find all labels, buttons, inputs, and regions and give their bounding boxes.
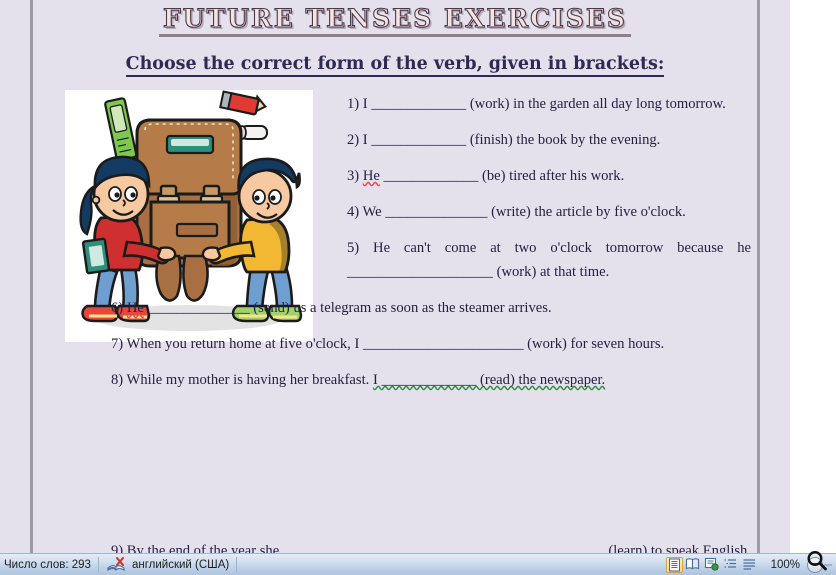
grammar-error-clause[interactable]: I _____________ (read) the newspaper. bbox=[373, 372, 605, 388]
word-document-window: FUTURE TENSES EXERCISES Choose the corre… bbox=[0, 0, 836, 575]
document-canvas[interactable]: FUTURE TENSES EXERCISES Choose the corre… bbox=[0, 0, 790, 553]
page-body[interactable]: FUTURE TENSES EXERCISES Choose the corre… bbox=[33, 0, 757, 553]
question-3-rest: _____________ (be) tired after his work. bbox=[379, 168, 625, 184]
question-4: 4) We ______________ (write) the article… bbox=[347, 204, 686, 220]
question-9-left: 9) By the end of the year she bbox=[111, 543, 280, 553]
question-7: 7) When you return home at five o'clock,… bbox=[111, 336, 665, 352]
question-5: 5) He can't come at two o'clock tomorrow… bbox=[347, 240, 751, 280]
status-separator-1 bbox=[97, 557, 99, 572]
language-label[interactable]: английский (США) bbox=[126, 559, 229, 571]
question-3: 3) He _____________ (be) tired after his… bbox=[347, 164, 751, 188]
question-8-prefix: 8) While my mother is having her breakfa… bbox=[111, 372, 373, 388]
question-6: 6) He ______________ (send) us a telegra… bbox=[111, 296, 751, 320]
status-bar: Число слов: 293 английский (США) 100% bbox=[0, 553, 836, 575]
question-6-rest: ______________ (send) us a telegram as s… bbox=[143, 300, 552, 316]
question-9: 9) By the end of the year she (learn) to… bbox=[111, 539, 751, 553]
exercise-list[interactable]: 1) I _____________ (work) in the garden … bbox=[111, 92, 751, 553]
spelling-and-grammar-check-icon[interactable] bbox=[106, 556, 126, 573]
question-2: 2) I _____________ (finish) the book by … bbox=[347, 132, 661, 148]
spelling-error-he-2[interactable]: He bbox=[127, 300, 144, 316]
question-3-prefix: 3) bbox=[347, 168, 363, 184]
subtitle-line: Choose the correct form of the verb, giv… bbox=[33, 54, 757, 77]
draft-view-button[interactable] bbox=[742, 557, 759, 573]
zoom-level-label[interactable]: 100% bbox=[771, 559, 800, 571]
web-layout-view-button[interactable] bbox=[704, 557, 721, 573]
question-8: 8) While my mother is having her breakfa… bbox=[111, 368, 751, 392]
full-screen-reading-view-button[interactable] bbox=[685, 557, 702, 573]
question-6-prefix: 6) bbox=[111, 300, 127, 316]
page-title: FUTURE TENSES EXERCISES bbox=[159, 3, 631, 37]
word-count-label[interactable]: Число слов: 293 bbox=[0, 559, 91, 571]
status-separator-2 bbox=[236, 557, 238, 572]
search-icon[interactable] bbox=[804, 548, 830, 574]
spelling-error-he[interactable]: He bbox=[363, 168, 380, 184]
instruction-heading: Choose the correct form of the verb, giv… bbox=[125, 54, 665, 77]
question-1: 1) I _____________ (work) in the garden … bbox=[347, 96, 726, 112]
outline-view-button[interactable] bbox=[723, 557, 740, 573]
page-right-margin-rule bbox=[757, 0, 760, 553]
title-line: FUTURE TENSES EXERCISES bbox=[33, 3, 757, 37]
question-9-right: (learn) to speak English. bbox=[608, 543, 751, 553]
canvas-right-gap bbox=[790, 0, 836, 553]
print-layout-view-button[interactable] bbox=[665, 556, 683, 573]
